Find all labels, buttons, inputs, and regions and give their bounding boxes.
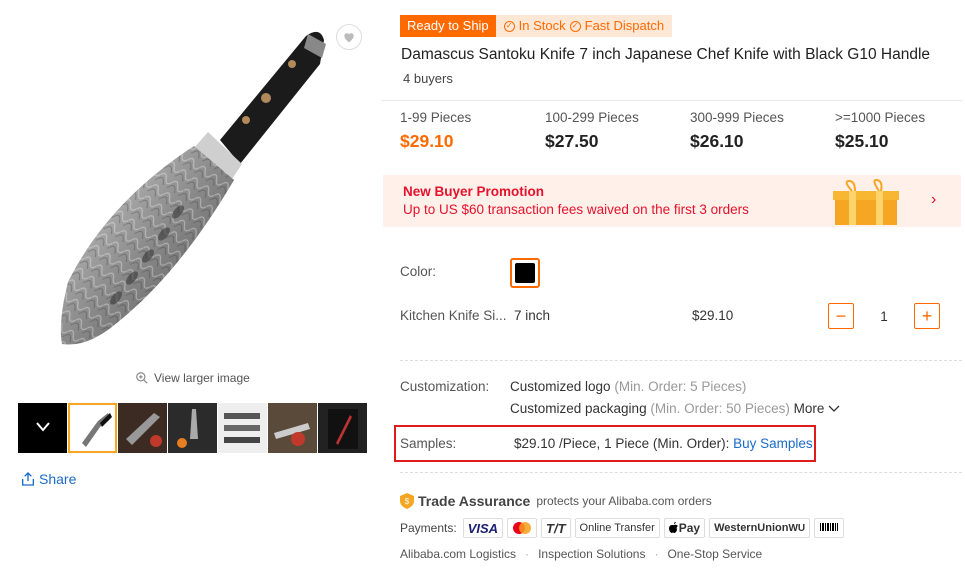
visa-icon: VISA [462, 518, 504, 538]
size-label: Kitchen Knife Si... [400, 308, 507, 323]
promotion-banner[interactable]: New Buyer Promotion Up to US $60 transac… [383, 175, 961, 227]
size-value: 7 inch [514, 308, 551, 323]
tier-quantity: 300-999 Pieces [690, 110, 784, 125]
check-circle-icon: ✓ [569, 20, 581, 32]
customization-label: Customization: [400, 379, 490, 394]
mastercard-icon [507, 518, 538, 538]
share-label: Share [39, 471, 77, 487]
tier-quantity: 1-99 Pieces [400, 110, 472, 125]
thumbnail-4[interactable] [218, 403, 267, 453]
heart-icon [344, 33, 354, 43]
payment-methods: Payments: VISA T/T Online Transfer Pay W… [400, 518, 845, 538]
boleto-icon [814, 518, 845, 538]
color-label: Color: [400, 264, 437, 279]
price-tier: 100-299 Pieces $27.50 [545, 110, 690, 152]
western-union-label: WesternUnion [714, 522, 789, 534]
main-product-image[interactable] [28, 22, 368, 362]
thumbnail-3[interactable] [168, 403, 217, 453]
packaging-min-order: (Min. Order: 50 Pieces) [650, 401, 790, 416]
thumbnail-strip [18, 403, 367, 454]
buyers-count: 4 buyers [403, 71, 453, 86]
gift-box-icon [833, 179, 899, 225]
samples-value: $29.10 /Piece, 1 Piece (Min. Order): Buy… [514, 436, 813, 451]
divider [400, 472, 962, 473]
svg-text:$: $ [405, 497, 410, 506]
trade-assurance: $ Trade Assurance protects your Alibaba.… [400, 493, 712, 509]
color-swatch-fill [515, 263, 535, 283]
one-stop-link[interactable]: One-Stop Service [667, 547, 762, 561]
chevron-down-icon [18, 412, 67, 444]
price-tier: 1-99 Pieces $29.10 [400, 110, 545, 152]
tier-price: $26.10 [690, 131, 744, 151]
tier-price: $27.50 [545, 131, 599, 151]
tier-price: $29.10 [400, 131, 454, 151]
tier-quantity: >=1000 Pieces [835, 110, 926, 125]
fast-dispatch-label: Fast Dispatch [584, 18, 665, 33]
shield-icon: $ [400, 493, 414, 509]
customization-logo: Customized logo (Min. Order: 5 Pieces) [510, 379, 746, 394]
packaging-option: Customized packaging [510, 401, 647, 416]
logistics-link[interactable]: Alibaba.com Logistics [400, 547, 516, 561]
in-stock-label: In Stock [518, 18, 566, 33]
favorite-button[interactable] [336, 24, 362, 50]
chevron-down-icon [828, 405, 840, 412]
divider [400, 360, 962, 361]
promo-text: Up to US $60 transaction fees waived on … [403, 202, 749, 217]
check-circle-icon: ✓ [503, 20, 515, 32]
product-title: Damascus Santoku Knife 7 inch Japanese C… [401, 46, 931, 63]
stock-badge: ✓ In Stock ✓ Fast Dispatch [495, 15, 673, 37]
apple-pay-label: Pay [678, 521, 701, 535]
thumbnail-2[interactable] [118, 403, 167, 453]
quantity-stepper: − + [828, 303, 940, 329]
zoom-in-icon [136, 372, 148, 384]
apple-pay-icon: Pay [663, 518, 706, 538]
samples-label: Samples: [400, 436, 457, 451]
color-swatch[interactable] [510, 258, 540, 288]
trade-assurance-title: Trade Assurance [418, 493, 531, 509]
view-larger-image-link[interactable]: View larger image [135, 371, 250, 385]
size-price: $29.10 [692, 308, 734, 323]
share-button[interactable]: Share [20, 471, 76, 487]
buy-samples-link[interactable]: Buy Samples [733, 436, 813, 451]
customization-packaging: Customized packaging (Min. Order: 50 Pie… [510, 401, 840, 416]
increase-button[interactable]: + [914, 303, 940, 329]
decrease-button[interactable]: − [828, 303, 854, 329]
logo-min-order: (Min. Order: 5 Pieces) [614, 379, 747, 394]
samples-price: $29.10 /Piece, 1 Piece (Min. Order): [514, 436, 730, 451]
logo-option: Customized logo [510, 379, 611, 394]
tt-icon: T/T [541, 518, 571, 538]
view-larger-label: View larger image [154, 371, 250, 385]
price-tiers: 1-99 Pieces $29.10 100-299 Pieces $27.50… [400, 110, 965, 152]
thumbnail-video[interactable] [18, 403, 67, 453]
price-tier: 300-999 Pieces $26.10 [690, 110, 835, 152]
separator: · [654, 547, 659, 561]
price-tier: >=1000 Pieces $25.10 [835, 110, 965, 152]
payments-label: Payments: [400, 521, 457, 535]
inspection-link[interactable]: Inspection Solutions [538, 547, 645, 561]
divider [382, 100, 962, 101]
separator: · [525, 547, 530, 561]
status-badges: Ready to Ship ✓ In Stock ✓ Fast Dispatch [400, 15, 673, 37]
ready-to-ship-badge: Ready to Ship [400, 15, 496, 37]
thumbnail-6[interactable] [318, 403, 367, 453]
share-icon [22, 472, 34, 486]
thumbnail-5[interactable] [268, 403, 317, 453]
more-label: More [793, 401, 825, 416]
western-union-icon: WesternUnion WU [709, 518, 811, 538]
promo-title: New Buyer Promotion [403, 184, 545, 199]
thumbnail-1[interactable] [68, 403, 117, 453]
tier-quantity: 100-299 Pieces [545, 110, 639, 125]
more-button[interactable]: More [794, 401, 841, 416]
online-transfer-icon: Online Transfer [574, 518, 660, 538]
tier-price: $25.10 [835, 131, 889, 151]
chevron-right-icon[interactable]: › [931, 191, 936, 209]
quantity-input[interactable] [854, 303, 914, 329]
service-links: Alibaba.com Logistics · Inspection Solut… [400, 547, 762, 561]
trade-assurance-subtitle: protects your Alibaba.com orders [536, 494, 712, 508]
wu-label: WU [788, 522, 806, 534]
